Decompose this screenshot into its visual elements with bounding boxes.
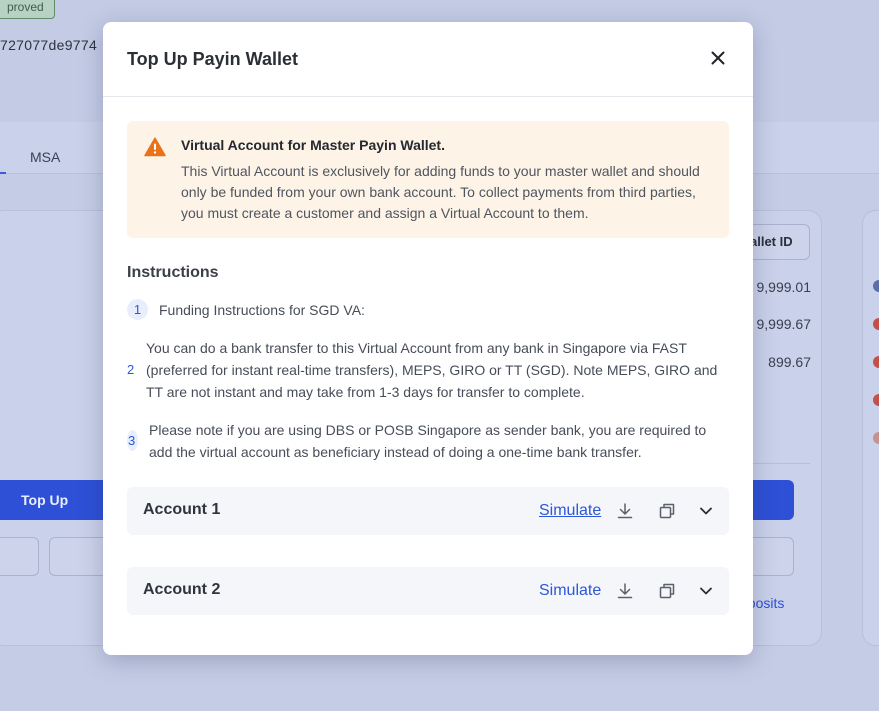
close-button[interactable] (706, 46, 730, 70)
simulate-link[interactable]: Simulate (539, 502, 601, 520)
chevron-down-icon (700, 587, 712, 595)
secondary-button[interactable] (0, 537, 39, 576)
instruction-step: 3 Please note if you are using DBS or PO… (127, 419, 729, 463)
secondary-button[interactable] (49, 537, 109, 576)
close-icon (711, 51, 725, 65)
download-icon (617, 583, 633, 599)
download-icon (617, 503, 633, 519)
chevron-down-icon (700, 507, 712, 515)
step-number: 1 (127, 299, 148, 320)
account-label: Account 1 (143, 501, 221, 518)
active-tab-indicator (0, 172, 6, 174)
account-row[interactable]: Account 2 Simulate (127, 567, 729, 615)
step-text: Please note if you are using DBS or POSB… (149, 422, 707, 460)
copy-icon (659, 583, 675, 599)
modal-header: Top Up Payin Wallet (103, 22, 753, 97)
download-button[interactable] (615, 501, 635, 521)
step-number: 2 (127, 362, 135, 377)
copy-icon (659, 503, 675, 519)
info-alert: Virtual Account for Master Payin Wallet.… (127, 121, 729, 238)
tab-msa[interactable]: MSA (30, 149, 60, 165)
status-badge: proved (0, 0, 55, 19)
simulate-link[interactable]: Simulate (539, 582, 601, 600)
currency-flag-icon (873, 432, 879, 444)
expand-button[interactable] (696, 501, 716, 521)
top-up-button[interactable]: Top Up (0, 480, 110, 520)
balance-amount: 9,999.67 (756, 316, 812, 332)
copy-button[interactable] (657, 501, 677, 521)
expand-button[interactable] (696, 581, 716, 601)
currency-flag-icon (873, 280, 879, 292)
currency-flag-icon (873, 356, 879, 368)
warning-triangle-icon (144, 137, 166, 157)
wallet-hash: 727077de9774 (0, 37, 98, 53)
step-text: Funding Instructions for SGD VA: (159, 302, 365, 318)
step-text: You can do a bank transfer to this Virtu… (146, 340, 718, 400)
balance-amount: 899.67 (768, 354, 811, 370)
account-label: Account 2 (143, 581, 221, 598)
top-up-modal: Top Up Payin Wallet Virtual Account for … (103, 22, 753, 655)
balance-amount: 9,999.01 (756, 279, 812, 295)
modal-title: Top Up Payin Wallet (127, 49, 299, 69)
account-row[interactable]: Account 1 Simulate (127, 487, 729, 535)
step-number: 3 (127, 430, 138, 451)
currency-flag-icon (873, 394, 879, 406)
instruction-step: 2 You can do a bank transfer to this Vir… (127, 337, 729, 403)
instructions-heading: Instructions (127, 264, 219, 281)
alert-body: This Virtual Account is exclusively for … (181, 163, 700, 221)
download-button[interactable] (615, 581, 635, 601)
currency-flag-icon (873, 318, 879, 330)
side-card (862, 210, 879, 646)
copy-button[interactable] (657, 581, 677, 601)
instruction-step: 1 Funding Instructions for SGD VA: (127, 299, 729, 321)
alert-title: Virtual Account for Master Payin Wallet. (181, 137, 445, 153)
